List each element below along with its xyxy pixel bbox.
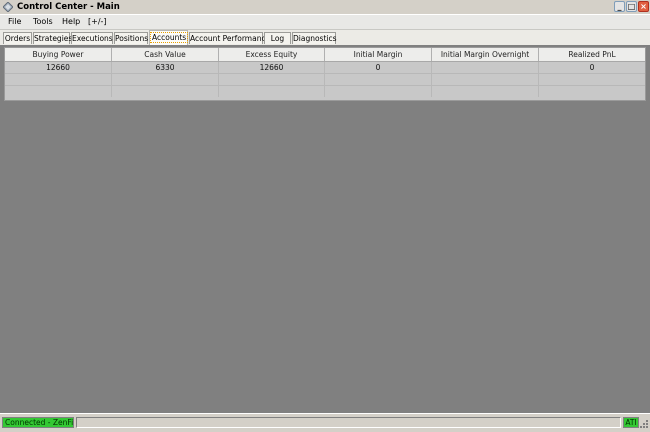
title-bar[interactable]: Control Center - Main _ □ × — [0, 0, 650, 15]
cell-buying-power — [5, 74, 112, 85]
tab-positions[interactable]: Positions — [114, 32, 148, 44]
cell-initial-margin — [325, 74, 432, 85]
column-header-initial-margin[interactable]: Initial Margin — [325, 48, 432, 61]
ati-status: ATI — [623, 417, 639, 428]
tab-diagnostics[interactable]: Diagnostics — [292, 32, 337, 44]
accounts-grid[interactable]: Buying Power Cash Value Excess Equity In… — [4, 47, 646, 101]
menu-help[interactable]: Help — [62, 16, 80, 28]
cell-excess-equity — [219, 74, 325, 85]
menu-bar: File Tools Help [+/-] — [0, 15, 650, 30]
table-row[interactable] — [5, 86, 645, 98]
tab-account-performance[interactable]: Account Performance — [189, 32, 270, 44]
cell-cash-value — [112, 74, 219, 85]
cell-realized-pnl — [539, 74, 645, 85]
column-header-excess-equity[interactable]: Excess Equity — [219, 48, 325, 61]
cell-realized-pnl — [539, 86, 645, 97]
tab-executions[interactable]: Executions — [71, 32, 113, 44]
cell-initial-margin — [325, 86, 432, 97]
tab-accounts-label: Accounts — [150, 32, 189, 43]
minimize-icon: _ — [617, 2, 622, 11]
cell-realized-pnl: 0 — [589, 63, 595, 72]
column-header-realized-pnl[interactable]: Realized PnL — [539, 48, 645, 61]
maximize-icon: □ — [627, 2, 636, 11]
status-message-panel — [76, 417, 621, 428]
maximize-button[interactable]: □ — [626, 1, 637, 12]
cell-buying-power — [5, 86, 112, 97]
cell-initial-margin: 0 — [325, 62, 432, 73]
menu-file[interactable]: File — [8, 16, 21, 28]
cell-cash-value: 6330 — [112, 62, 219, 73]
minimize-button[interactable]: _ — [614, 1, 625, 12]
column-header-cash-value[interactable]: Cash Value — [112, 48, 219, 61]
menu-toggle[interactable]: [+/-] — [88, 16, 107, 28]
connection-status: Connected - ZenFire — [2, 417, 74, 428]
cell-excess-equity — [219, 86, 325, 97]
table-row[interactable] — [5, 74, 645, 86]
app-icon — [3, 2, 13, 12]
cell-excess-equity: 12660 — [219, 62, 325, 73]
cell-cash-value — [112, 86, 219, 97]
column-header-initial-margin-overnight[interactable]: Initial Margin Overnight — [432, 48, 539, 61]
control-center-window: Control Center - Main _ □ × File Tools H… — [0, 0, 650, 432]
tab-accounts[interactable]: Accounts — [149, 30, 189, 45]
tab-orders[interactable]: Orders — [3, 32, 32, 44]
menu-tools[interactable]: Tools — [33, 16, 53, 28]
cell-initial-margin-overnight — [432, 86, 539, 97]
table-row[interactable]: 12660 6330 12660 0 0 — [5, 62, 645, 74]
cell-buying-power: 12660 — [5, 62, 112, 73]
column-header-buying-power[interactable]: Buying Power — [5, 48, 112, 61]
cell-initial-margin-overnight — [432, 62, 539, 73]
tab-log[interactable]: Log — [264, 32, 291, 44]
status-bar: Connected - ZenFire ATI — [0, 413, 650, 432]
resize-grip-icon[interactable] — [640, 418, 649, 428]
tab-strategies[interactable]: Strategies — [33, 32, 72, 44]
close-icon: × — [640, 2, 647, 11]
close-button[interactable]: × — [638, 1, 649, 12]
window-title: Control Center - Main — [17, 2, 120, 12]
tab-strip: Orders Strategies Executions Positions A… — [0, 30, 650, 45]
cell-initial-margin-overnight — [432, 74, 539, 85]
grid-header: Buying Power Cash Value Excess Equity In… — [5, 48, 645, 62]
